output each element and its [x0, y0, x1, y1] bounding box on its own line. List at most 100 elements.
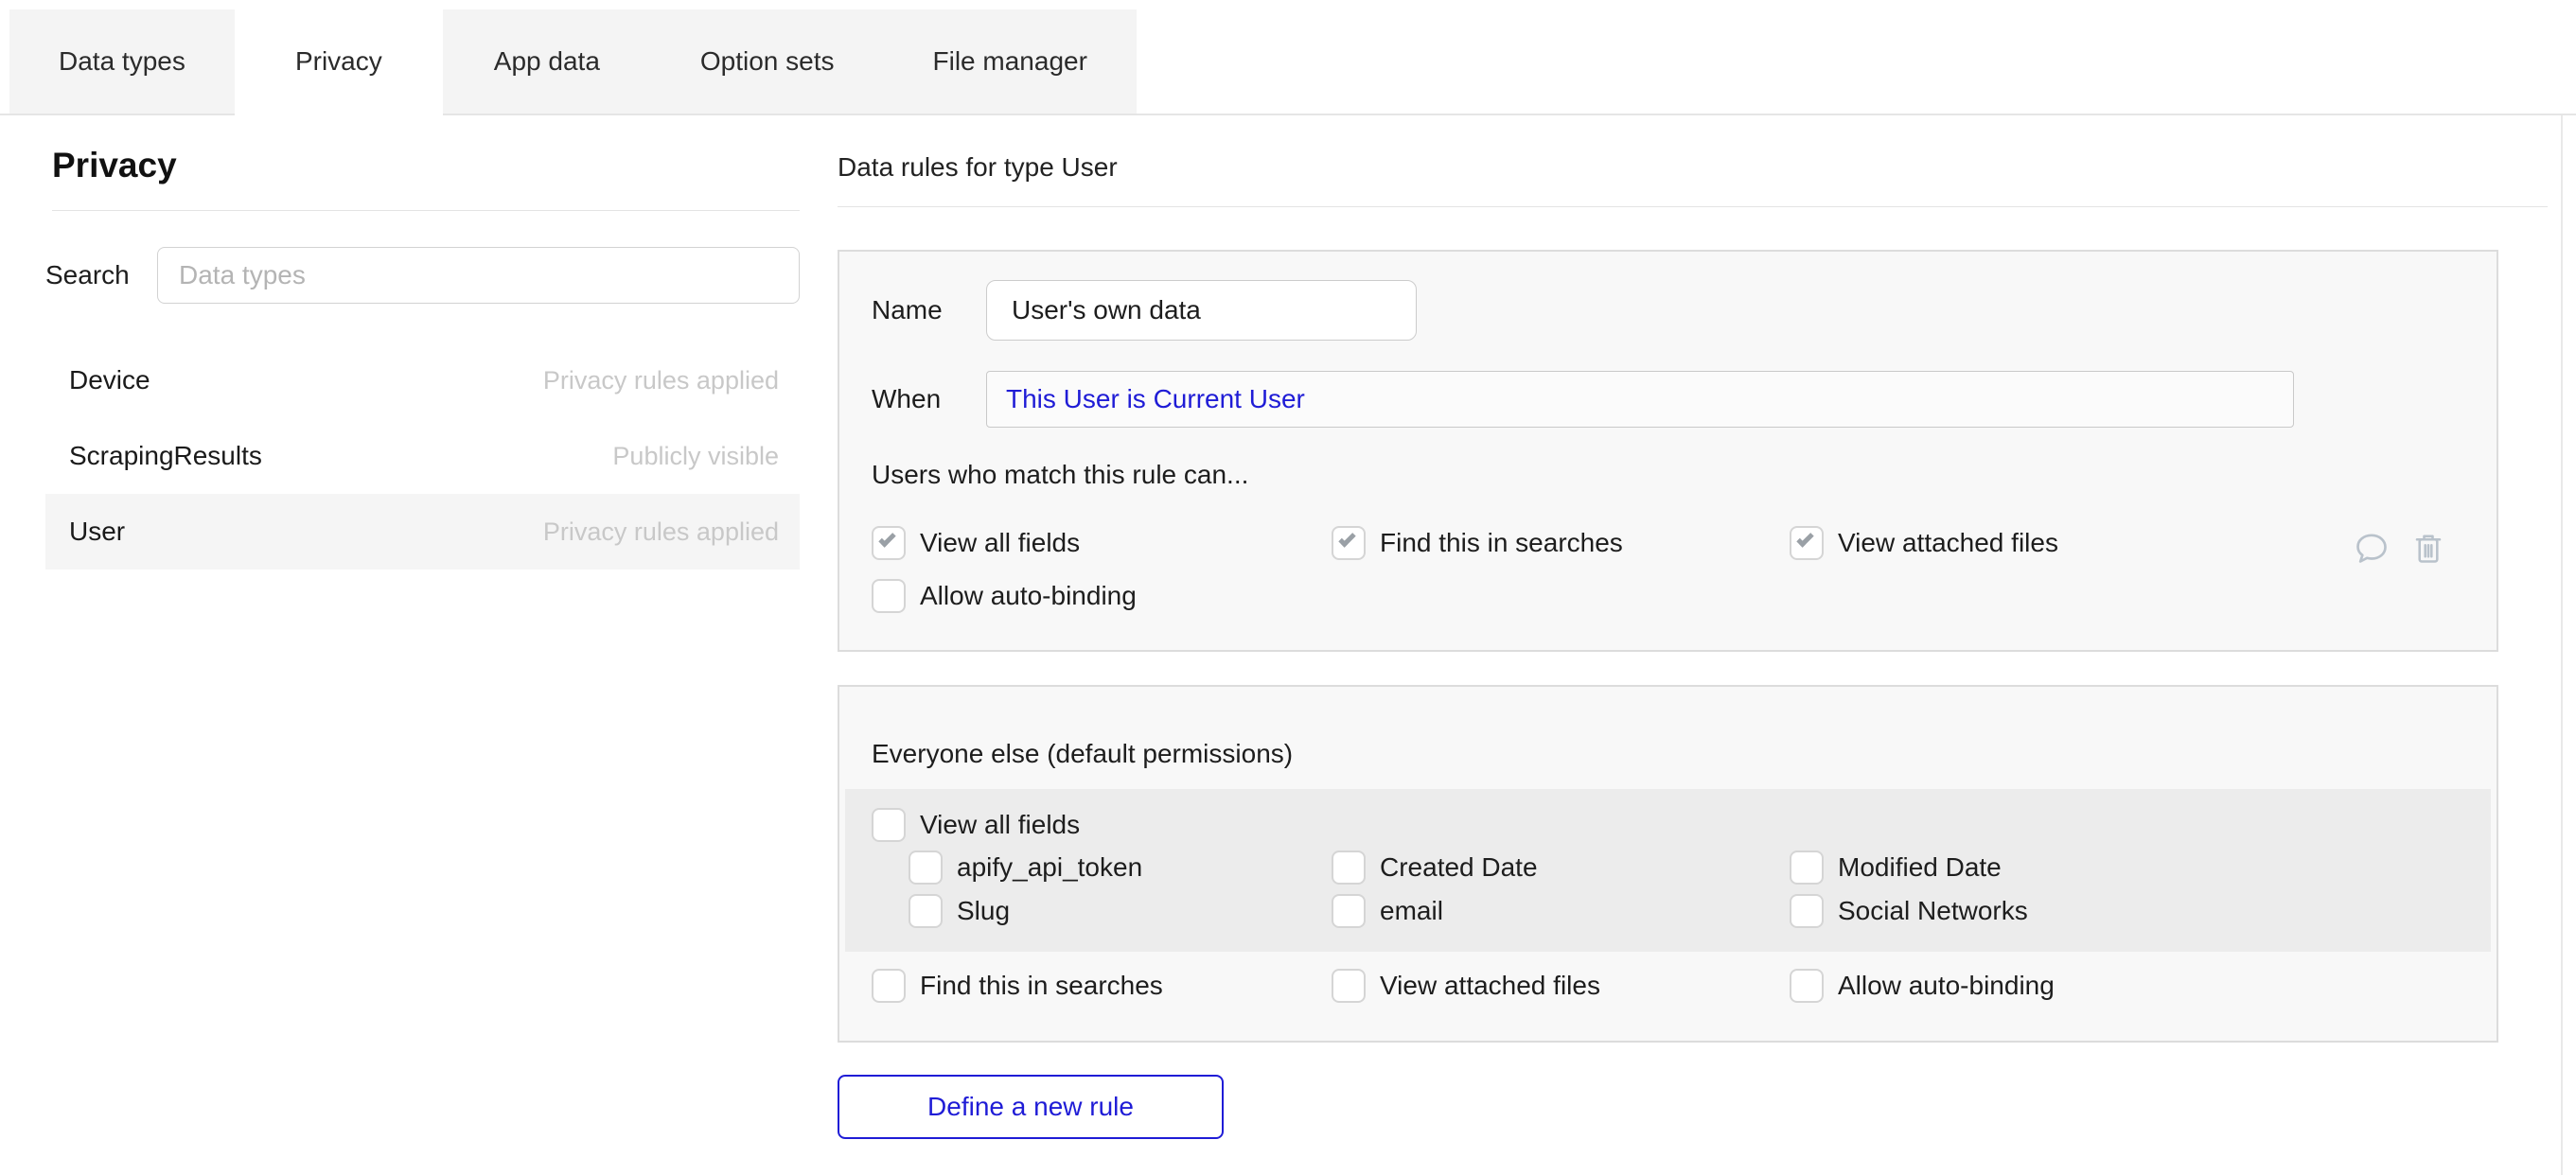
checkbox-icon: [1332, 526, 1366, 560]
checkbox-icon: [1790, 969, 1824, 1003]
checkbox-icon: [909, 894, 943, 928]
checkbox-label: Allow auto-binding: [1838, 971, 2055, 1001]
checkmark-icon: [1338, 530, 1355, 547]
data-type-list: Device Privacy rules applied ScrapingRes…: [45, 342, 800, 570]
checkbox-label: View attached files: [1380, 971, 1600, 1001]
checkbox-label: Allow auto-binding: [920, 581, 1137, 611]
rule-name-input[interactable]: [986, 280, 1417, 341]
checkbox-label: Slug: [957, 896, 1010, 926]
data-rules-panel: Data rules for type User Name: [838, 138, 2548, 1139]
list-item-scrapingresults[interactable]: ScrapingResults Publicly visible: [45, 418, 800, 494]
define-new-rule-button[interactable]: Define a new rule: [838, 1075, 1224, 1139]
tab-label: Data types: [59, 46, 185, 77]
tab-label: App data: [494, 46, 600, 77]
name-label: Name: [872, 295, 986, 325]
checkbox-view-all-fields-default[interactable]: View all fields: [872, 808, 1332, 842]
search-row: Search: [45, 247, 800, 304]
view-all-fields-row: View all fields: [872, 804, 2491, 846]
tab-privacy[interactable]: Privacy: [235, 9, 443, 114]
checkbox-icon: [1790, 526, 1824, 560]
checkbox-view-all-fields[interactable]: View all fields: [872, 526, 1332, 560]
privacy-sidebar: Privacy Search Device Privacy rules appl…: [45, 138, 800, 570]
checkmark-icon: [878, 530, 895, 547]
checkbox-created-date[interactable]: Created Date: [1332, 851, 1790, 885]
checkbox-label: apify_api_token: [957, 852, 1142, 883]
checkbox-icon: [1332, 851, 1366, 885]
divider: [52, 210, 800, 211]
when-condition-value: This User is Current User: [1006, 384, 1305, 414]
checkbox-modified-date[interactable]: Modified Date: [1790, 851, 2002, 885]
privacy-status: Privacy rules applied: [543, 366, 779, 395]
right-panel-divider: [2561, 115, 2563, 1175]
fields-band: View all fields apify_api_token Created …: [845, 789, 2491, 952]
search-input[interactable]: [157, 247, 800, 304]
default-card-title: Everyone else (default permissions): [872, 738, 2497, 770]
rule-permissions: View all fields Find this in searches Vi…: [872, 522, 2497, 617]
tab-file-manager[interactable]: File manager: [884, 9, 1137, 114]
default-permissions-card: Everyone else (default permissions) View…: [838, 685, 2498, 1043]
tab-app-data[interactable]: App data: [443, 9, 651, 114]
when-label: When: [872, 384, 986, 414]
rule-subtitle: Users who match this rule can...: [872, 459, 2497, 491]
field-row: Slug email Social Networks: [909, 889, 2491, 933]
tab-data-types[interactable]: Data types: [9, 9, 235, 114]
checkbox-apify-api-token[interactable]: apify_api_token: [909, 851, 1332, 885]
divider: [838, 206, 2548, 207]
checkbox-label: Social Networks: [1838, 896, 2028, 926]
permissions-row: Allow auto-binding: [872, 575, 2497, 617]
checkbox-icon: [1790, 894, 1824, 928]
checkbox-icon: [1790, 851, 1824, 885]
checkbox-label: View attached files: [1838, 528, 2058, 558]
checkbox-label: View all fields: [920, 810, 1080, 840]
checkbox-label: Created Date: [1380, 852, 1538, 883]
permissions-row: View all fields Find this in searches Vi…: [872, 522, 2497, 564]
checkbox-label: Find this in searches: [920, 971, 1163, 1001]
checkbox-label: Modified Date: [1838, 852, 2002, 883]
checkbox-icon: [909, 851, 943, 885]
privacy-status: Publicly visible: [612, 442, 779, 471]
data-type-name: User: [69, 517, 125, 547]
checkbox-icon: [1332, 969, 1366, 1003]
rule-card: Name When This User is Current: [838, 250, 2498, 652]
trash-icon[interactable]: [2408, 528, 2449, 570]
page-title: Privacy: [52, 146, 800, 185]
list-item-device[interactable]: Device Privacy rules applied: [45, 342, 800, 418]
privacy-status: Privacy rules applied: [543, 517, 779, 547]
editor-tab-bar: Data types Privacy App data Option sets …: [0, 9, 2576, 115]
data-type-name: Device: [69, 365, 150, 395]
search-label: Search: [45, 260, 157, 290]
checkbox-email[interactable]: email: [1332, 894, 1790, 928]
checkbox-icon: [1332, 894, 1366, 928]
checkmark-icon: [1796, 530, 1813, 547]
checkbox-view-attached-files[interactable]: View attached files: [1790, 526, 2058, 560]
when-row: When This User is Current User: [872, 371, 2497, 428]
checkbox-allow-auto-binding-default[interactable]: Allow auto-binding: [1790, 969, 2055, 1003]
comment-icon[interactable]: [2351, 528, 2392, 570]
checkbox-icon: [872, 808, 906, 842]
checkbox-find-in-searches-default[interactable]: Find this in searches: [872, 969, 1332, 1003]
tab-label: Option sets: [700, 46, 835, 77]
checkbox-slug[interactable]: Slug: [909, 894, 1332, 928]
checkbox-label: email: [1380, 896, 1443, 926]
tab-label: File manager: [933, 46, 1087, 77]
checkbox-icon: [872, 526, 906, 560]
default-permissions-row: Find this in searches View attached file…: [872, 965, 2497, 1007]
name-row: Name: [872, 280, 2497, 341]
field-checkbox-grid: apify_api_token Created Date Modified Da…: [909, 846, 2491, 933]
checkbox-icon: [872, 579, 906, 613]
checkbox-allow-auto-binding[interactable]: Allow auto-binding: [872, 579, 1332, 613]
rule-card-actions: [2351, 528, 2449, 570]
field-row: apify_api_token Created Date Modified Da…: [909, 846, 2491, 889]
panel-title: Data rules for type User: [838, 151, 2548, 184]
checkbox-label: View all fields: [920, 528, 1080, 558]
list-item-user[interactable]: User Privacy rules applied: [45, 494, 800, 570]
checkbox-social-networks[interactable]: Social Networks: [1790, 894, 2028, 928]
when-condition-box[interactable]: This User is Current User: [986, 371, 2294, 428]
tab-label: Privacy: [295, 46, 382, 77]
checkbox-view-attached-files-default[interactable]: View attached files: [1332, 969, 1790, 1003]
data-type-name: ScrapingResults: [69, 441, 262, 471]
checkbox-icon: [872, 969, 906, 1003]
checkbox-label: Find this in searches: [1380, 528, 1623, 558]
checkbox-find-in-searches[interactable]: Find this in searches: [1332, 526, 1790, 560]
tab-option-sets[interactable]: Option sets: [651, 9, 884, 114]
